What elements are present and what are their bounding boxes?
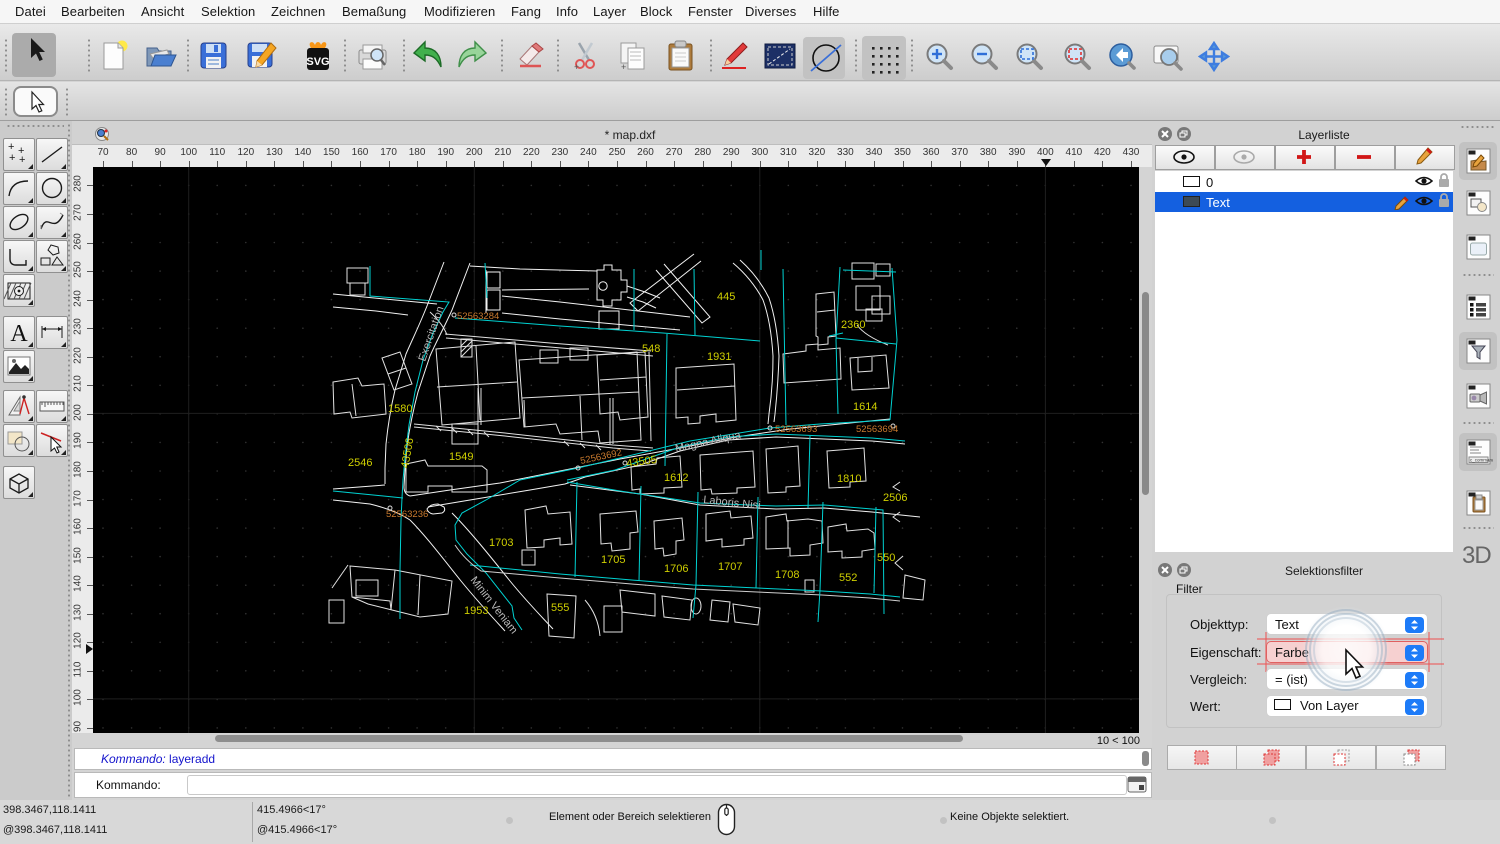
svg-text:1953: 1953: [464, 605, 488, 617]
svg-text:1810: 1810: [837, 473, 861, 485]
svg-text:1614: 1614: [853, 401, 877, 413]
svg-text:52563693: 52563693: [775, 424, 817, 435]
svg-text:445: 445: [717, 291, 735, 303]
svg-text:A: A: [10, 321, 28, 347]
svg-text:1708: 1708: [775, 569, 799, 581]
svg-text:+: +: [621, 62, 626, 71]
svg-text:552: 552: [839, 572, 857, 584]
svg-text:2546: 2546: [348, 457, 372, 469]
svg-text:c_command: c_command: [1470, 458, 1493, 463]
svg-text:555: 555: [551, 602, 569, 614]
svg-text:52563236: 52563236: [386, 509, 428, 520]
svg-text:1703: 1703: [489, 537, 513, 549]
svg-text:+: +: [574, 62, 579, 71]
svg-text:2360: 2360: [841, 319, 865, 331]
svg-text:1580: 1580: [388, 403, 412, 415]
svg-text:+: +: [19, 154, 25, 166]
svg-text:SVG: SVG: [306, 56, 329, 68]
svg-text:548: 548: [642, 343, 660, 355]
svg-text:1707: 1707: [718, 561, 742, 573]
svg-text:2506: 2506: [883, 492, 907, 504]
svg-text:52563284: 52563284: [457, 311, 499, 322]
svg-text:550: 550: [877, 552, 895, 564]
svg-text:+: +: [9, 152, 15, 164]
svg-text:1549: 1549: [449, 451, 473, 463]
svg-text:52563694: 52563694: [856, 424, 898, 435]
svg-text:1705: 1705: [601, 554, 625, 566]
svg-text:1612: 1612: [664, 472, 688, 484]
svg-text:1931: 1931: [707, 351, 731, 363]
svg-text:1706: 1706: [664, 563, 688, 575]
